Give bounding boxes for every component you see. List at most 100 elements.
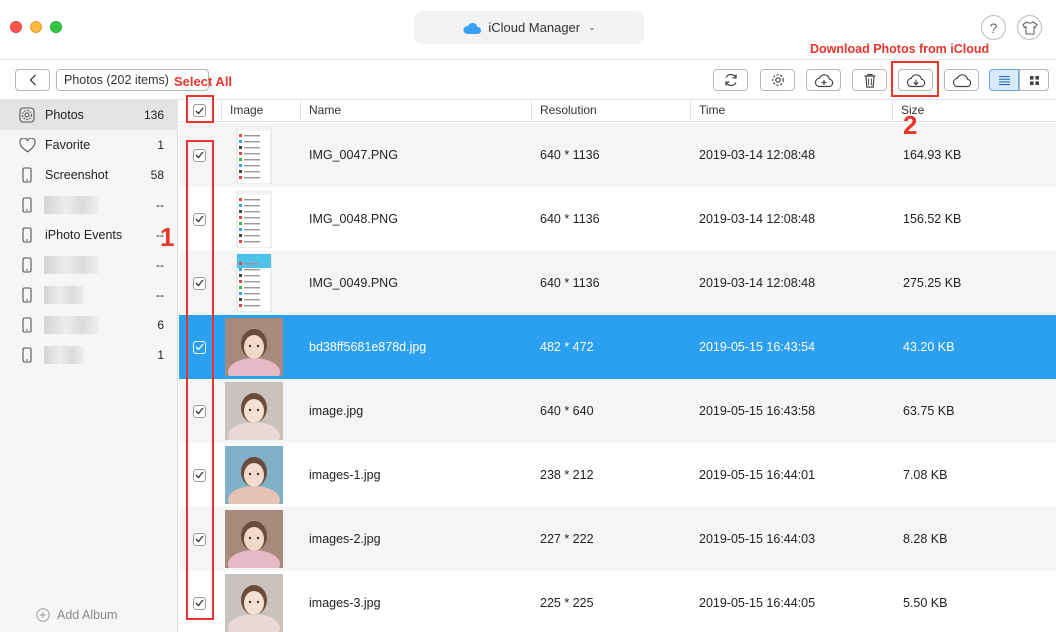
sidebar: 1 6 -- -- iPhoto Events -- -- Screenshot 58 Favor… — [0, 100, 178, 632]
phone-icon — [18, 226, 36, 244]
refresh-icon — [724, 73, 737, 87]
annotation-download-label: Download Photos from iCloud — [810, 42, 990, 56]
phone-icon — [18, 316, 36, 334]
column-header-name[interactable]: Name — [300, 100, 531, 122]
redacted-album-name — [44, 256, 99, 274]
tshirt-icon — [1021, 20, 1038, 35]
table-header: Image Name Resolution Time Size — [179, 100, 1056, 122]
back-button[interactable] — [15, 69, 50, 91]
photos-icon — [18, 106, 36, 124]
row-size: 43.20 KB — [903, 340, 955, 354]
settings-button[interactable] — [760, 69, 795, 91]
photo-thumbnail[interactable] — [225, 382, 283, 440]
row-resolution: 640 * 1136 — [540, 276, 600, 290]
photo-thumbnail[interactable] — [225, 254, 283, 312]
theme-button[interactable] — [1017, 15, 1042, 40]
row-name: images-2.jpg — [309, 532, 381, 546]
trash-icon — [864, 73, 875, 88]
close-window-button[interactable] — [10, 21, 22, 33]
cloud-add-icon — [814, 73, 833, 87]
row-size: 156.52 KB — [903, 212, 962, 226]
sidebar-item-count: 58 — [150, 168, 164, 182]
row-thumbnail-cell — [225, 571, 283, 632]
minimize-window-button[interactable] — [30, 21, 42, 33]
grid-view-button[interactable] — [1019, 69, 1049, 91]
photo-thumbnail[interactable] — [225, 318, 283, 376]
row-time: 2019-03-14 12:08:48 — [699, 212, 816, 226]
row-size: 5.50 KB — [903, 596, 948, 610]
annotation-step-1: 1 — [160, 222, 175, 252]
cloud-icon — [952, 73, 971, 87]
annotation-download-box — [891, 61, 939, 97]
refresh-button[interactable] — [713, 69, 748, 91]
row-size: 63.75 KB — [903, 404, 955, 418]
annotation-step-2: 2 — [903, 110, 918, 140]
chevron-left-icon — [29, 74, 36, 86]
phone-icon — [18, 346, 36, 364]
list-view-button[interactable] — [989, 69, 1019, 91]
delete-button[interactable] — [852, 69, 887, 91]
photo-thumbnail[interactable] — [225, 126, 283, 184]
table-row[interactable]: IMG_0048.PNG 640 * 1136 2019-03-14 12:08:4… — [179, 187, 1056, 251]
table-row[interactable]: bd38ff5681e878d.jpg 482 * 472 2019-05-15 1… — [179, 315, 1056, 379]
zoom-window-button[interactable] — [50, 21, 62, 33]
row-time: 2019-05-15 16:44:05 — [699, 596, 816, 610]
table-row[interactable]: IMG_0049.PNG 640 * 1136 2019-03-14 12:08:4… — [179, 251, 1056, 315]
sidebar-item[interactable]: 6 — [0, 310, 178, 340]
chevron-down-icon: ⌄ — [588, 22, 596, 32]
sidebar-item[interactable]: -- — [0, 190, 178, 220]
photo-thumbnail[interactable] — [225, 574, 283, 632]
row-time: 2019-05-15 16:44:01 — [699, 468, 816, 482]
sidebar-item-count: -- — [156, 198, 164, 212]
annotation-select-all-box — [186, 95, 214, 123]
row-time: 2019-03-14 12:08:48 — [699, 148, 816, 162]
row-resolution: 238 * 212 — [540, 468, 594, 482]
sidebar-item-count: -- — [156, 258, 164, 272]
upload-to-icloud-button[interactable] — [806, 69, 841, 91]
sidebar-item[interactable]: Photos 136 — [0, 100, 178, 130]
redacted-album-name — [44, 316, 99, 334]
table-row[interactable]: image.jpg 640 * 640 2019-05-15 16:43:58 63.… — [179, 379, 1056, 443]
redacted-album-name — [44, 346, 84, 364]
table-row[interactable]: IMG_0047.PNG 640 * 1136 2019-03-14 12:08:4… — [179, 123, 1056, 187]
sidebar-item[interactable]: 1 — [0, 340, 178, 370]
phone-icon — [18, 256, 36, 274]
row-size: 275.25 KB — [903, 276, 962, 290]
heart-icon — [18, 136, 36, 154]
sidebar-item-count: 1 — [157, 348, 164, 362]
add-album-button[interactable]: Add Album — [36, 608, 117, 622]
plus-circle-icon — [36, 608, 50, 622]
sidebar-item[interactable]: Screenshot 58 — [0, 160, 178, 190]
add-album-label: Add Album — [57, 608, 118, 622]
table-row[interactable]: images-3.jpg 225 * 225 2019-05-15 16:44:05… — [179, 571, 1056, 632]
table-row[interactable]: images-2.jpg 227 * 222 2019-05-15 16:44:03… — [179, 507, 1056, 571]
help-button[interactable]: ? — [981, 15, 1006, 40]
column-header-resolution[interactable]: Resolution — [531, 100, 690, 122]
sidebar-item[interactable]: -- — [0, 250, 178, 280]
column-header-image[interactable]: Image — [221, 100, 300, 122]
row-name: IMG_0047.PNG — [309, 148, 398, 162]
icloud-icon — [462, 21, 482, 35]
app-window: iCloud Manager ⌄ ? Photos (202 items) 1 … — [0, 0, 1056, 632]
device-selector[interactable]: iCloud Manager ⌄ — [414, 11, 644, 44]
sidebar-item-count: 136 — [143, 108, 164, 122]
gear-icon — [771, 74, 784, 86]
icloud-button[interactable] — [944, 69, 979, 91]
annotation-select-all-label: Select All — [174, 74, 233, 89]
sidebar-item[interactable]: -- — [0, 280, 178, 310]
row-time: 2019-03-14 12:08:48 — [699, 276, 816, 290]
phone-icon — [18, 196, 36, 214]
phone-icon — [18, 286, 36, 304]
redacted-album-name — [44, 196, 99, 214]
sidebar-item[interactable]: iPhoto Events -- — [0, 220, 178, 250]
table-row[interactable]: images-1.jpg 238 * 212 2019-05-15 16:44:01… — [179, 443, 1056, 507]
row-thumbnail-cell — [225, 443, 283, 507]
photo-thumbnail[interactable] — [225, 510, 283, 568]
photo-thumbnail[interactable] — [225, 190, 283, 248]
photo-table: Image Name Resolution Time Size IMG_0047… — [179, 100, 1056, 632]
sidebar-item[interactable]: Favorite 1 — [0, 130, 178, 160]
column-header-time[interactable]: Time — [690, 100, 892, 122]
photo-thumbnail[interactable] — [225, 446, 283, 504]
row-resolution: 640 * 1136 — [540, 212, 600, 226]
row-name: images-3.jpg — [309, 596, 381, 610]
